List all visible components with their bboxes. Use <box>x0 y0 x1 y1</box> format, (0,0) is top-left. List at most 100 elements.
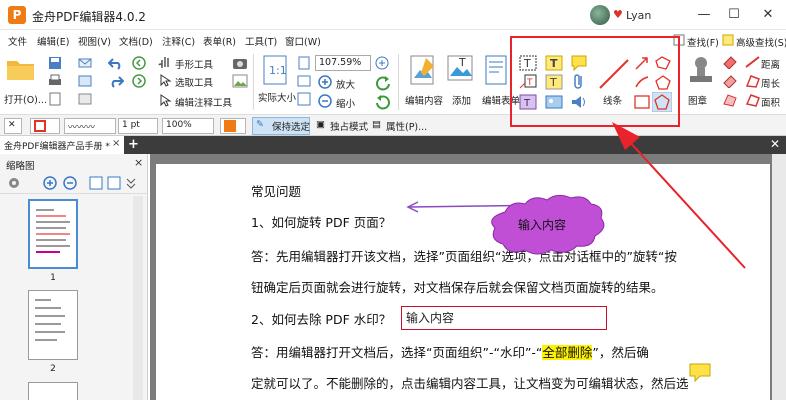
textbox-annotation[interactable]: 输入内容 <box>401 306 607 330</box>
tab-label: 金舟PDF编辑器产品手册 * <box>4 142 110 152</box>
stamp-icon[interactable] <box>687 54 715 88</box>
line-width-select[interactable]: 1 pt <box>118 118 158 134</box>
tab-product-manual[interactable]: 金舟PDF编辑器产品手册 * × <box>0 136 124 154</box>
close-document-button[interactable]: ✕ <box>770 137 780 151</box>
maximize-button[interactable]: ☐ <box>722 4 746 26</box>
find-button[interactable]: 查找(F) <box>687 35 719 49</box>
menu-tools[interactable]: 工具(T) <box>245 34 277 48</box>
close-tab-icon[interactable]: × <box>112 138 120 149</box>
scan-icon[interactable] <box>78 74 92 88</box>
document-scrollbar[interactable] <box>772 154 786 400</box>
snapshot-icon[interactable] <box>232 56 248 70</box>
edit-form-icon[interactable] <box>484 54 510 86</box>
properties-button[interactable]: 属性(P)... <box>386 119 427 133</box>
svg-text:1:1: 1:1 <box>269 64 287 77</box>
add-icon[interactable]: T <box>446 54 476 86</box>
exclusive-mode-button[interactable]: 独占模式 <box>330 119 368 133</box>
area-tool-icon[interactable] <box>722 93 738 107</box>
fill-color-picker[interactable] <box>220 118 246 134</box>
open-folder-icon[interactable] <box>6 56 36 82</box>
menu-view[interactable]: 视图(V) <box>78 34 111 48</box>
zoom-dropdown-icon[interactable] <box>375 56 389 70</box>
zoom-out-icon[interactable] <box>318 94 332 108</box>
save-icon[interactable] <box>48 56 62 70</box>
area-icon[interactable] <box>745 93 761 107</box>
export-icon[interactable] <box>78 92 92 106</box>
hand-tool-button[interactable]: 手形工具 <box>175 57 213 71</box>
zoom-out-button[interactable]: 缩小 <box>336 96 355 110</box>
hand-tool-icon[interactable] <box>158 55 172 69</box>
thumb-zoom-out-icon[interactable] <box>62 175 78 191</box>
rotate-back-icon[interactable] <box>375 94 391 110</box>
perimeter-button[interactable]: 周长 <box>761 76 780 90</box>
email-icon[interactable] <box>78 56 92 70</box>
rotate-page-left-icon[interactable] <box>88 175 104 191</box>
menu-window[interactable]: 窗口(W) <box>285 34 321 48</box>
eraser-icon[interactable] <box>722 55 738 69</box>
image-icon[interactable] <box>232 74 248 88</box>
thumb-zoom-in-icon[interactable] <box>42 175 58 191</box>
fit-visible-icon[interactable] <box>297 92 311 106</box>
zoom-in-button[interactable]: 放大 <box>336 77 355 91</box>
thumbnail-scrollbar[interactable] <box>133 196 143 400</box>
rotate-page-right-icon[interactable] <box>106 175 122 191</box>
menu-edit[interactable]: 编辑(E) <box>37 34 69 48</box>
advanced-find-button[interactable]: 高级查找(S) <box>736 35 786 49</box>
print-icon[interactable] <box>48 74 62 88</box>
fit-page-icon[interactable] <box>297 56 311 70</box>
menu-form[interactable]: 表单(R) <box>203 34 236 48</box>
menu-document[interactable]: 文档(D) <box>119 34 153 48</box>
back-icon[interactable] <box>132 56 146 70</box>
add-tab-button[interactable]: + <box>128 137 139 152</box>
thumbnail-page-3[interactable] <box>28 382 78 400</box>
select-tool-icon[interactable] <box>158 73 172 87</box>
clear-icon[interactable] <box>722 74 738 88</box>
edit-content-icon[interactable] <box>408 54 438 86</box>
redo-icon[interactable] <box>108 74 124 88</box>
user-avatar[interactable] <box>590 5 610 25</box>
actual-size-button[interactable]: 实际大小 <box>258 90 296 104</box>
edit-annotation-tool-button[interactable]: 编辑注释工具 <box>175 95 232 109</box>
actual-size-icon[interactable]: 1:1 <box>262 55 288 85</box>
keep-selected-label[interactable]: 保持选定 <box>272 119 310 133</box>
thumbnail-page-1[interactable] <box>28 199 78 269</box>
cloud-annotation-text[interactable]: 输入内容 <box>518 216 566 233</box>
open-label[interactable]: 打开(O)... <box>4 92 47 106</box>
minimize-button[interactable]: — <box>692 4 716 26</box>
ribbon-separator <box>398 54 399 110</box>
menu-comment[interactable]: 注释(C) <box>162 34 195 48</box>
settings-icon[interactable] <box>6 175 26 191</box>
thumbnail-page-number: 1 <box>50 273 56 283</box>
answer-1-line-2: 钮确定后页面就会进行旋转，对文档保存后就会保留文档页面旋转的结果。 <box>251 280 664 295</box>
add-button[interactable]: 添加 <box>452 93 471 107</box>
rotate-icon[interactable] <box>375 75 391 91</box>
user-name[interactable]: Lyan <box>626 9 651 22</box>
thumbnail-page-2[interactable] <box>28 290 78 360</box>
thumbnail-close-button[interactable]: × <box>134 156 143 169</box>
zoom-in-icon[interactable] <box>318 75 332 89</box>
more-options-icon[interactable] <box>126 176 136 190</box>
properties-icon: ▤ <box>372 119 381 130</box>
menu-file[interactable]: 文件 <box>8 34 27 48</box>
distance-button[interactable]: 距离 <box>761 57 780 71</box>
stamp-button[interactable]: 图章 <box>688 93 707 107</box>
forward-icon[interactable] <box>132 74 146 88</box>
edit-annotation-tool-icon[interactable] <box>158 93 172 107</box>
document-icon[interactable] <box>48 92 62 106</box>
fit-width-icon[interactable] <box>297 74 311 88</box>
select-tool-button[interactable]: 选取工具 <box>175 75 213 89</box>
exclusive-mode-icon: ▣ <box>316 119 325 130</box>
question-1: 1、如何旋转 PDF 页面？ <box>251 215 392 230</box>
advanced-find-icon[interactable] <box>722 34 734 46</box>
perimeter-icon[interactable] <box>745 74 761 88</box>
zoom-combo[interactable]: 107.59% <box>315 55 371 71</box>
edit-content-button[interactable]: 编辑内容 <box>405 93 443 107</box>
area-button[interactable]: 面积 <box>761 95 780 109</box>
opacity-select[interactable]: 100% <box>162 118 214 134</box>
line-style-picker[interactable]: 〰〰〰 <box>64 118 116 134</box>
close-props-button[interactable]: ✕ <box>4 118 22 134</box>
close-button[interactable]: ✕ <box>756 4 780 26</box>
undo-icon[interactable] <box>108 56 124 70</box>
distance-icon[interactable] <box>745 55 761 69</box>
stroke-color-picker[interactable] <box>30 118 60 134</box>
